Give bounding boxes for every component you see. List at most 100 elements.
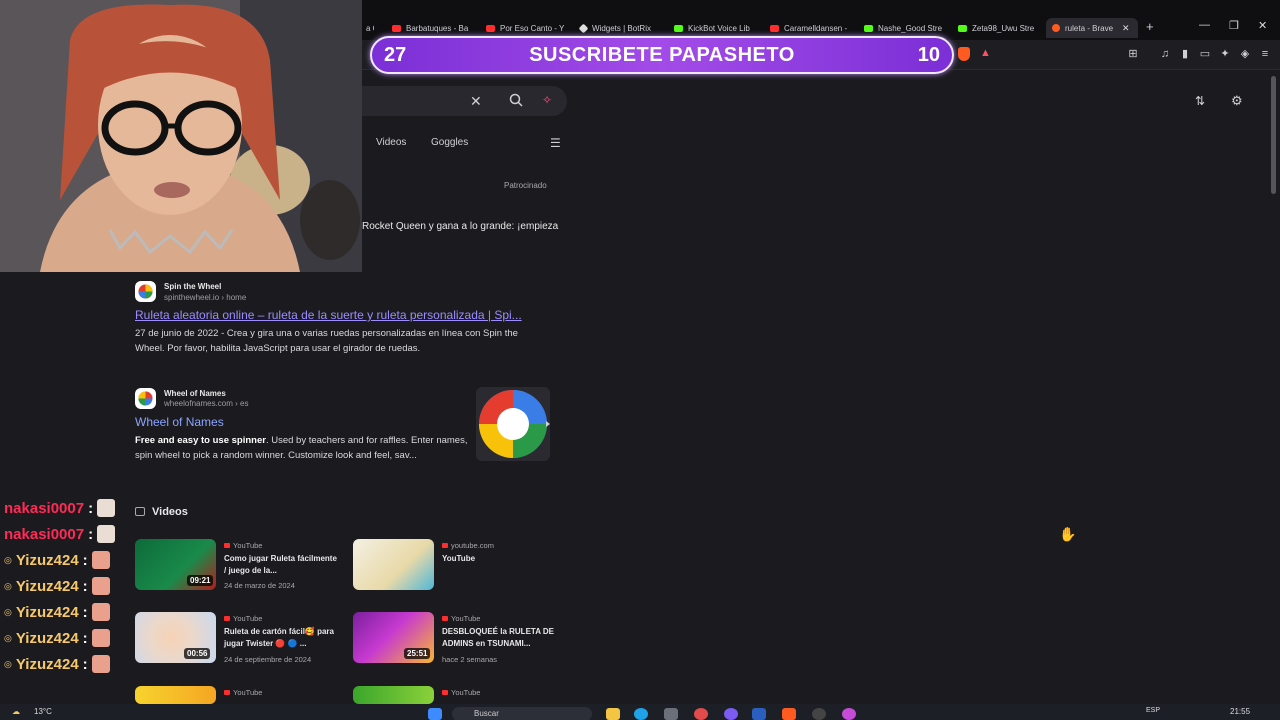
language-indicator[interactable]: ESP — [1146, 707, 1160, 714]
close-tab-icon[interactable]: ✕ — [1122, 23, 1130, 34]
word-icon[interactable] — [752, 708, 766, 720]
partial-tab[interactable]: a C — [360, 18, 374, 38]
video-thumbnail[interactable] — [353, 539, 434, 590]
video-title[interactable]: DESBLOQUEÉ la RULETA DE ADMINS en TSUNAM… — [442, 626, 557, 650]
video-duration: 00:56 — [184, 648, 211, 659]
app-icon[interactable] — [694, 708, 708, 720]
file-explorer-icon[interactable] — [606, 708, 620, 720]
result-title-link[interactable]: Wheel of Names — [135, 415, 435, 429]
subscribe-overlay-banner: 27 SUSCRIBETE PAPASHETO 10 — [370, 36, 954, 74]
tab-kickbot[interactable]: KickBot Voice Lib — [668, 18, 756, 38]
result-snippet-bold: Free and easy to use spinner — [135, 435, 266, 446]
tab-barbatuques[interactable]: Barbatuques - Ba — [386, 18, 474, 38]
video-date: 24 de septiembre de 2024 — [224, 655, 312, 664]
settings-gear-icon[interactable]: ⚙ — [1231, 93, 1243, 109]
wallet-icon[interactable]: ▭ — [1198, 47, 1212, 61]
chat-username: Yizuz424 — [15, 603, 79, 621]
obs-icon[interactable] — [812, 708, 826, 720]
video-title[interactable]: YouTube — [442, 553, 557, 565]
chat-separator: : — [88, 525, 94, 543]
tab-widgets-botrix[interactable]: Widgets | BotRix — [574, 18, 662, 38]
mouse-cursor-icon: ✋ — [1059, 526, 1077, 542]
brave-rewards-icon[interactable]: ▲ — [980, 47, 991, 59]
kick-icon — [958, 24, 967, 32]
tab-label: Widgets | BotRix — [592, 23, 651, 33]
videos-section-header: Videos — [152, 506, 188, 518]
chat-badge-icon: ◎ — [4, 658, 12, 669]
filter-icon[interactable]: ☰ — [550, 136, 561, 150]
brave-taskbar-icon[interactable] — [782, 708, 796, 720]
tab-label: a C — [366, 23, 374, 33]
sort-icon[interactable]: ⇅ — [1195, 94, 1205, 108]
chat-username: nakasi0007 — [4, 499, 85, 517]
chat-separator: : — [88, 499, 94, 517]
vpn-icon[interactable]: ◈ — [1238, 47, 1252, 61]
video-thumbnail[interactable] — [353, 686, 434, 704]
leo-ai-icon[interactable]: ✦ — [1218, 47, 1232, 61]
streamer-webcam-image — [0, 0, 362, 272]
chat-emote-hand — [91, 629, 110, 647]
taskbar-clock[interactable]: 21:55 — [1230, 707, 1250, 716]
result-url[interactable]: spinthewheel.io › home — [164, 293, 246, 302]
video-source: YouTube — [224, 541, 262, 550]
chat-separator: : — [82, 629, 88, 647]
close-window-icon[interactable]: ✕ — [1258, 19, 1267, 32]
tab-por-eso-canto[interactable]: Por Eso Canto - Y — [480, 18, 568, 38]
edge-icon[interactable] — [634, 708, 648, 720]
tab-label: Barbatuques - Ba — [406, 23, 469, 33]
youtube-icon — [486, 24, 495, 32]
page-scrollbar[interactable] — [1271, 76, 1276, 194]
spin-the-wheel-favicon — [135, 281, 156, 302]
chat-message: ◎ Yizuz424: — [4, 653, 110, 675]
weather-icon[interactable]: ☁ — [12, 707, 20, 716]
tab-goggles[interactable]: Goggles — [431, 137, 468, 148]
menu-icon[interactable]: ≡ — [1258, 47, 1272, 61]
search-input[interactable] — [362, 86, 567, 116]
tab-label: Caramelldansen - — [784, 23, 848, 33]
video-source: YouTube — [224, 614, 262, 623]
tab-nashe[interactable]: Nashe_Good Stre — [858, 18, 946, 38]
minimize-icon[interactable]: — — [1199, 19, 1210, 31]
sidebar-icon[interactable]: ▮ — [1178, 47, 1192, 61]
search-icon[interactable] — [509, 93, 523, 107]
tab-videos[interactable]: Videos — [376, 137, 406, 148]
tab-caramelldansen[interactable]: Caramelldansen - — [764, 18, 852, 38]
brave-shields-icon[interactable] — [958, 47, 970, 61]
taskbar-search[interactable]: Buscar — [452, 707, 592, 720]
media-icon[interactable]: ♫ — [1158, 47, 1172, 61]
overlay-right-count: 10 — [917, 44, 940, 66]
chat-message: ◎ Yizuz424: — [4, 601, 110, 623]
maximize-icon[interactable]: ❐ — [1229, 19, 1239, 32]
chat-username: Yizuz424 — [15, 629, 79, 647]
store-icon[interactable] — [664, 708, 678, 720]
discord-icon[interactable] — [724, 708, 738, 720]
result-title-link[interactable]: Ruleta aleatoria online – ruleta de la s… — [135, 308, 547, 322]
ad-text[interactable]: Rocket Queen y gana a lo grande: ¡empiez… — [362, 221, 558, 232]
kick-icon — [864, 24, 873, 32]
overlay-title: SUSCRIBETE PAPASHETO — [529, 44, 795, 66]
tab-search-icon[interactable]: ⊞ — [1126, 47, 1140, 61]
start-menu-icon[interactable] — [428, 708, 442, 720]
tab-label: KickBot Voice Lib — [688, 23, 750, 33]
chat-separator: : — [82, 603, 88, 621]
chat-emote-hand — [91, 577, 110, 595]
result-url[interactable]: wheelofnames.com › es — [164, 399, 248, 408]
ai-answer-icon[interactable]: ✧ — [542, 93, 552, 107]
video-title[interactable]: Ruleta de cartón fácil🥰 para jugar Twist… — [224, 626, 339, 650]
clear-search-icon[interactable]: ✕ — [470, 93, 482, 110]
video-thumbnail[interactable] — [135, 686, 216, 704]
weather-temperature[interactable]: 13°C — [34, 707, 52, 716]
wheel-thumbnail[interactable] — [476, 387, 550, 461]
video-date: 24 de marzo de 2024 — [224, 581, 295, 590]
tab-zeta98[interactable]: Zeta98_Uwu Stre — [952, 18, 1040, 38]
chat-username: Yizuz424 — [15, 577, 79, 595]
wheel-of-names-favicon — [135, 388, 156, 409]
app-icon[interactable] — [842, 708, 856, 720]
video-title[interactable]: Como jugar Ruleta fácilmente / juego de … — [224, 553, 339, 577]
tab-ruleta-active[interactable]: ruleta - Brave ✕ — [1046, 18, 1138, 38]
chat-message: ◎ Yizuz424: — [4, 627, 110, 649]
chat-message: nakasi0007: — [4, 497, 116, 519]
chat-message: ◎ Yizuz424: — [4, 575, 110, 597]
new-tab-button[interactable]: + — [1146, 19, 1154, 34]
video-source: YouTube — [442, 614, 480, 623]
